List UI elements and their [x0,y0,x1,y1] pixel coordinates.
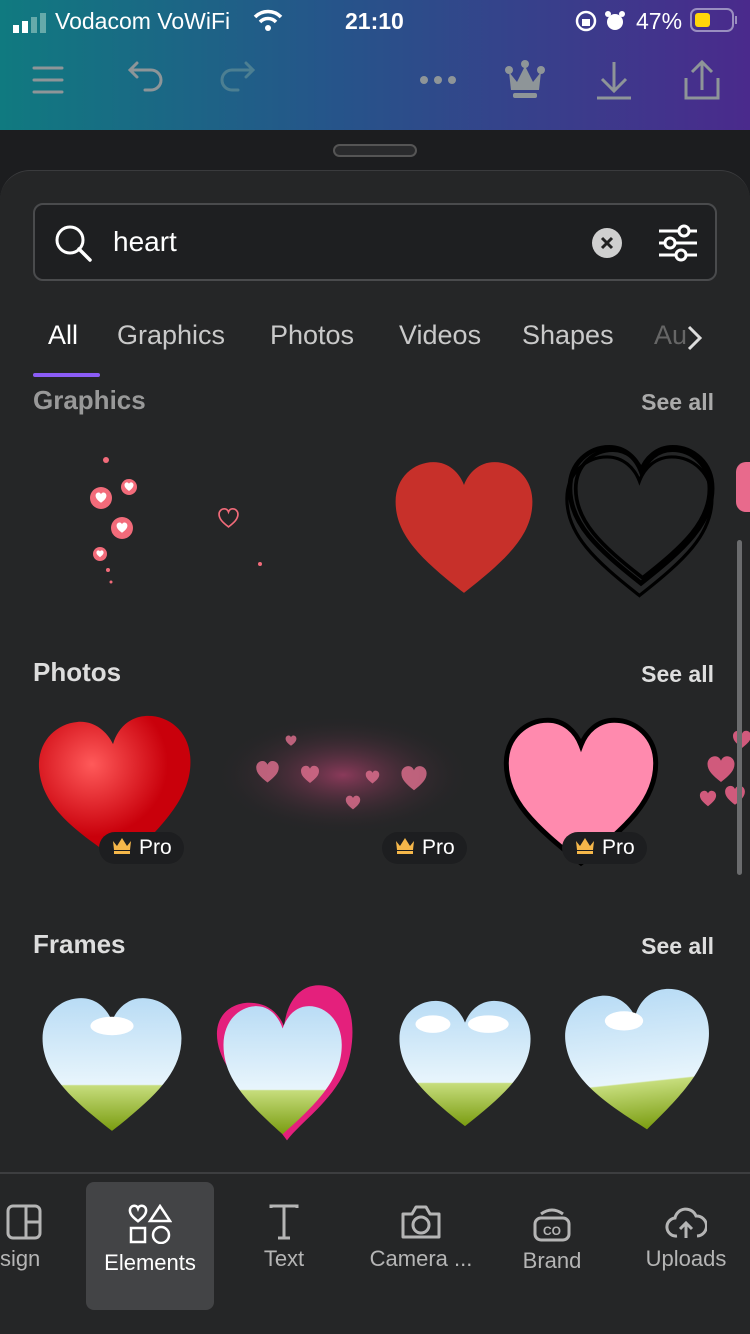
brand-icon: CO [533,1208,571,1242]
frame-heart-1[interactable] [33,992,191,1139]
chevron-right-icon[interactable] [684,324,704,357]
crown-icon [111,836,133,860]
clear-search-icon[interactable] [591,227,623,264]
active-tab-indicator [33,373,100,377]
graphic-sketch-heart[interactable] [562,440,720,605]
tab-videos[interactable]: Videos [399,320,481,351]
nav-brand[interactable]: CO Brand [488,1182,616,1310]
see-all-frames[interactable]: See all [641,933,714,960]
scrollbar[interactable] [737,540,742,875]
graphic-red-heart[interactable] [388,456,540,601]
pro-badge: Pro [99,832,184,864]
carrier: Vodacom VoWiFi [55,8,231,34]
share-icon[interactable] [680,58,724,102]
tab-shapes[interactable]: Shapes [522,320,614,351]
nav-text[interactable]: Text [220,1182,348,1310]
graphic-partial[interactable] [736,462,750,512]
nav-elements[interactable]: Elements [86,1182,214,1310]
redo-icon[interactable] [216,58,260,102]
nav-label: Camera ... [369,1246,473,1271]
alarm-icon [604,10,626,38]
pro-badge: Pro [562,832,647,864]
text-icon [269,1204,299,1240]
tab-audio[interactable]: Au [654,320,687,351]
pro-badge: Pro [382,832,467,864]
photo-bokeh-hearts[interactable] [215,715,471,835]
status-bar: Vodacom VoWiFi 21:10 47% [0,8,750,36]
search-bar[interactable] [33,203,717,281]
section-title-photos: Photos [33,657,122,687]
drag-handle[interactable] [333,144,417,157]
undo-icon[interactable] [123,58,167,102]
clock: 21:10 [345,8,404,34]
crown-icon [394,836,416,860]
wifi-icon [253,9,283,37]
graphic-floating-hearts[interactable] [60,450,280,590]
battery-percent: 47% [636,8,683,34]
tab-all[interactable]: All [48,320,78,351]
menu-icon[interactable] [26,58,70,102]
nav-camera[interactable]: Camera ... [346,1182,496,1310]
see-all-graphics[interactable]: See all [641,389,714,416]
frame-heart-3[interactable] [384,995,546,1134]
tab-graphics[interactable]: Graphics [117,320,225,351]
bottom-nav: esign Elements Text Camera ... CO Brand U… [0,1172,750,1334]
nav-label: Brand [522,1248,582,1273]
nav-label: esign [0,1246,41,1271]
tab-photos[interactable]: Photos [270,320,354,351]
section-title-frames: Frames [33,929,126,959]
download-icon[interactable] [592,58,636,102]
nav-label: Text [263,1246,305,1271]
rotation-lock-icon [575,10,597,38]
svg-text:CO: CO [543,1224,561,1238]
frame-heart-4[interactable] [560,984,720,1145]
app-header: Vodacom VoWiFi 21:10 47% [0,0,750,130]
crown-icon[interactable] [503,58,547,102]
cloud-upload-icon [665,1207,707,1238]
crown-icon [574,836,596,860]
nav-design[interactable]: esign [0,1182,88,1310]
frame-heart-2[interactable] [214,982,360,1149]
camera-icon [401,1205,441,1239]
nav-label: Elements [104,1250,196,1275]
pro-label: Pro [422,836,455,859]
elements-icon [128,1204,172,1244]
nav-uploads[interactable]: Uploads [622,1182,750,1310]
search-input[interactable] [113,221,573,263]
battery-icon [690,8,738,38]
pro-label: Pro [139,836,172,859]
search-icon [53,223,93,268]
signal-icon [13,12,49,39]
more-icon[interactable] [416,58,460,102]
nav-label: Uploads [645,1246,727,1271]
pro-label: Pro [602,836,635,859]
see-all-photos[interactable]: See all [641,661,714,688]
filter-icon[interactable] [657,223,699,268]
section-title-graphics: Graphics [33,385,146,415]
